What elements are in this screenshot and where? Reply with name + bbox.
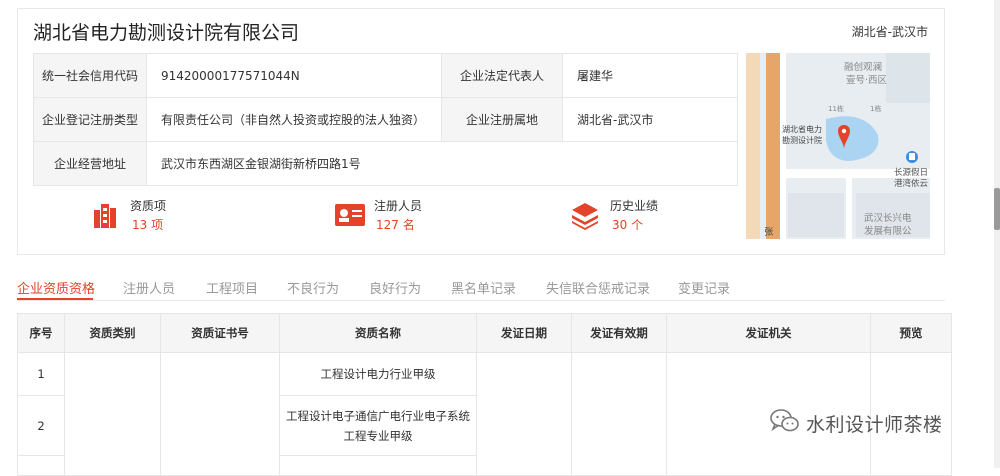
address-label: 企业经营地址 xyxy=(33,141,147,186)
row-index: 1 xyxy=(17,352,65,396)
scrollbar[interactable] xyxy=(994,0,1000,468)
col-header-authority: 发证机关 xyxy=(666,313,871,353)
address-value: 武汉市东西湖区金银湖街新桥四路1号 xyxy=(146,141,738,186)
company-name: 湖北省电力勘测设计院有限公司 xyxy=(33,22,300,44)
stat-value: 127 名 xyxy=(376,218,415,232)
col-header-name: 资质名称 xyxy=(279,313,477,353)
row-qualification-name: 工程设计电子通信广电行业电子系统 工程专业甲级 xyxy=(279,395,477,456)
scrollbar-thumb[interactable] xyxy=(994,188,1000,230)
map-label-9: 武汉长兴电 xyxy=(864,212,912,224)
map-label-6: 勘测设计院 xyxy=(782,135,822,145)
cell-cert-no xyxy=(160,352,280,476)
watermark: 水利设计师茶楼 xyxy=(770,408,943,438)
cell-validity xyxy=(571,352,667,476)
stat-label: 注册人员 xyxy=(374,199,423,213)
reg-type-label: 企业登记注册类型 xyxy=(33,97,147,142)
wechat-icon xyxy=(770,408,800,438)
location-map[interactable]: 融创观澜 壹号·西区 11栋 1栋 湖北省电力 勘测设计院 长源假日 港湾依云 … xyxy=(746,53,930,239)
map-label-3: 11栋 xyxy=(828,104,844,113)
stat-value: 30 个 xyxy=(612,218,644,232)
row-index: 2 xyxy=(17,395,65,456)
legal-rep-label: 企业法定代表人 xyxy=(441,53,563,98)
watermark-text: 水利设计师茶楼 xyxy=(806,413,943,436)
map-label-1: 融创观澜 xyxy=(844,61,882,73)
company-info-table: 统一社会信用代码 91420000177571044N 企业法定代表人 屠建华 … xyxy=(33,53,738,186)
tab-qualifications[interactable]: 企业资质资格 xyxy=(17,278,95,297)
map-label-10: 发展有限公 xyxy=(864,225,912,237)
stat-qualifications[interactable]: 资质项 13 项 xyxy=(90,196,250,236)
id-card-icon xyxy=(334,200,365,230)
stat-history-projects[interactable]: 历史业绩 30 个 xyxy=(570,196,730,236)
section-tabs: 企业资质资格 注册人员 工程项目 不良行为 良好行为 黑名单记录 失信联合惩戒记… xyxy=(17,272,945,301)
credit-code-value: 91420000177571044N xyxy=(146,53,442,98)
col-header-validity: 发证有效期 xyxy=(571,313,667,353)
map-label-11: 张 xyxy=(764,227,774,238)
reg-place-value: 湖北省-武汉市 xyxy=(562,97,738,142)
map-label-2: 壹号·西区 xyxy=(846,74,888,86)
row-index xyxy=(17,455,65,476)
col-header-index: 序号 xyxy=(17,313,65,353)
table-row: 1 工程设计电力行业甲级 xyxy=(17,352,952,476)
row-qualification-name: 工程设计电力行业甲级 xyxy=(279,352,477,396)
stat-value: 13 项 xyxy=(132,218,164,232)
map-label-8: 港湾依云 xyxy=(894,178,929,189)
map-label-7: 长源假日 xyxy=(894,167,928,178)
name-line-1: 工程设计电子通信广电行业电子系统 xyxy=(286,408,470,423)
stat-registered-staff[interactable]: 注册人员 127 名 xyxy=(334,196,494,236)
row-qualification-name xyxy=(279,455,477,476)
building-icon xyxy=(90,200,120,230)
cell-category xyxy=(64,352,161,476)
table-header-row: 序号 资质类别 资质证书号 资质名称 发证日期 发证有效期 发证机关 预览 xyxy=(17,313,952,353)
tab-projects[interactable]: 工程项目 xyxy=(206,278,258,297)
col-header-preview: 预览 xyxy=(870,313,952,353)
active-tab-indicator xyxy=(17,298,93,300)
col-header-category: 资质类别 xyxy=(64,313,161,353)
map-graphic: 融创观澜 壹号·西区 11栋 1栋 湖北省电力 勘测设计院 长源假日 港湾依云 … xyxy=(746,53,930,239)
tab-joint-punishment[interactable]: 失信联合惩戒记录 xyxy=(546,278,650,297)
credit-code-label: 统一社会信用代码 xyxy=(33,53,147,98)
legal-rep-value: 屠建华 xyxy=(562,53,738,98)
tab-blacklist[interactable]: 黑名单记录 xyxy=(451,278,516,297)
company-region: 湖北省-武汉市 xyxy=(851,25,928,39)
reg-place-label: 企业注册属地 xyxy=(441,97,563,142)
stat-label: 资质项 xyxy=(130,199,167,213)
tab-change-records[interactable]: 变更记录 xyxy=(678,278,730,297)
reg-type-value: 有限责任公司（非自然人投资或控股的法人独资） xyxy=(146,97,442,142)
map-label-4: 1栋 xyxy=(870,104,881,113)
cell-issue-date xyxy=(476,352,572,476)
tab-bad-behavior[interactable]: 不良行为 xyxy=(287,278,339,297)
tab-registered-staff[interactable]: 注册人员 xyxy=(123,278,175,297)
qualifications-table: 序号 资质类别 资质证书号 资质名称 发证日期 发证有效期 发证机关 预览 1 … xyxy=(17,313,952,476)
stat-label: 历史业绩 xyxy=(610,199,659,213)
tab-good-behavior[interactable]: 良好行为 xyxy=(369,278,421,297)
map-label-5: 湖北省电力 xyxy=(782,124,822,134)
col-header-cert-no: 资质证书号 xyxy=(160,313,280,353)
col-header-issue-date: 发证日期 xyxy=(476,313,572,353)
layers-icon xyxy=(570,200,600,230)
name-line-2: 工程专业甲级 xyxy=(343,428,413,443)
